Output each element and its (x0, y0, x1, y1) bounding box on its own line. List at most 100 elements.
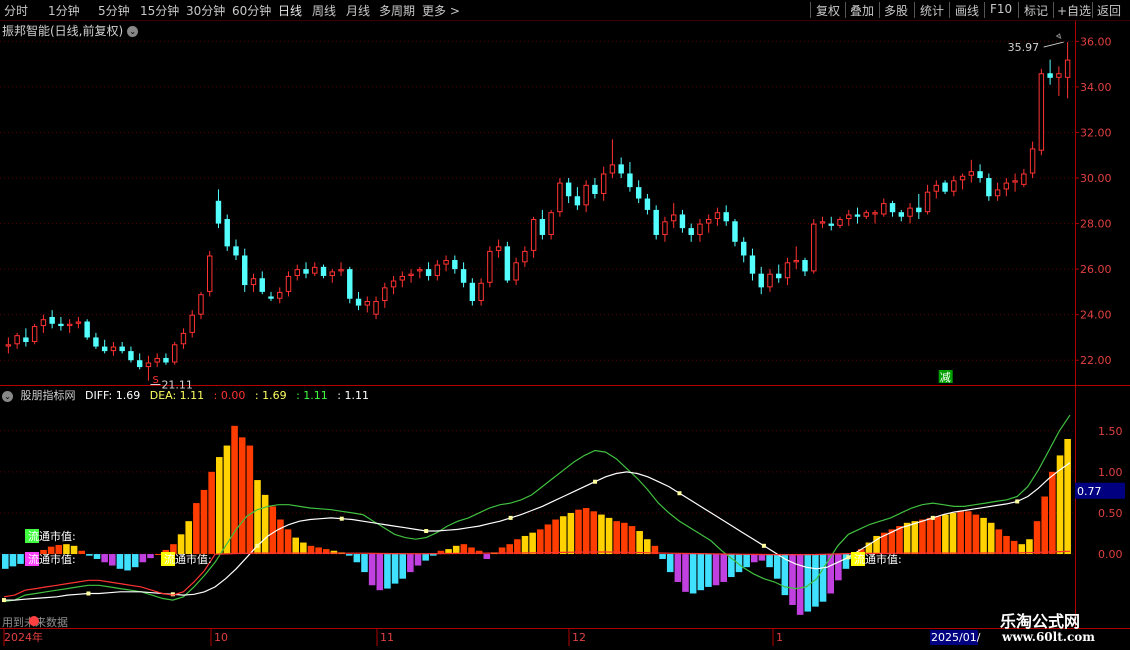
candle (207, 250, 213, 297)
candle (347, 266, 353, 304)
watermark-title: 乐淘公式网 (1000, 612, 1081, 631)
candle (504, 241, 511, 283)
candle-body-up (811, 223, 817, 272)
macd-bar-negative (743, 554, 750, 568)
candle (242, 248, 248, 292)
macd-bar-positive (621, 522, 628, 555)
indicator-y-tick: 0.50 (1098, 507, 1123, 520)
macd-bar-positive (78, 550, 86, 555)
candle-body-up (670, 214, 677, 222)
candle (399, 271, 406, 288)
candle-body-up (959, 175, 966, 181)
candle (784, 257, 791, 286)
macd-bar-positive (949, 512, 957, 555)
candle-body-down (242, 255, 248, 286)
candle-body-down (776, 273, 782, 279)
time-axis-label: 11 (380, 631, 394, 644)
candle-body-up (66, 323, 73, 327)
candle (1012, 173, 1018, 192)
candle (14, 332, 20, 349)
macd-bar-positive (269, 506, 277, 555)
macd-bar-negative (697, 554, 705, 591)
candle-body-down (452, 260, 458, 270)
candle (40, 314, 47, 333)
time-axis-label: 10 (214, 631, 228, 644)
candle-body-down (233, 246, 239, 256)
chevron-down-icon[interactable]: ⌄ (2, 390, 13, 402)
macd-bar-negative (835, 554, 842, 581)
sell-marker-s: S (152, 375, 158, 386)
candle-body-down (84, 321, 90, 338)
candle (548, 209, 554, 240)
macd-bar-positive (238, 437, 246, 555)
candle (31, 323, 38, 345)
candle (881, 198, 887, 217)
candle-body-down (347, 269, 353, 299)
time-axis-label: 12 (572, 631, 586, 644)
dea-marker-point (1015, 499, 1020, 504)
candle-body-up (924, 191, 931, 213)
high-price-label: 35.97 (1008, 41, 1040, 54)
candle-body-down (574, 196, 581, 206)
macd-bar-negative (430, 554, 437, 556)
candle (618, 157, 624, 179)
candle (574, 187, 581, 210)
chevron-down-icon[interactable]: ⌄ (127, 26, 139, 37)
macd-bar-negative (720, 554, 728, 582)
macd-bar-positive (613, 521, 621, 555)
candle-body-up (907, 207, 913, 217)
candle (84, 319, 90, 340)
indicator-value-1: : 0.00 (213, 389, 246, 402)
dea-value: DEA: 1.11 (149, 389, 205, 402)
candle (373, 296, 379, 320)
candle-body-up (277, 291, 283, 299)
macd-bar-negative (345, 554, 353, 556)
candle (697, 219, 703, 242)
macd-bar-negative (86, 554, 93, 556)
candle-body-down (49, 316, 55, 324)
candle-body-up (312, 266, 318, 274)
candle (819, 216, 826, 229)
candle-body-down (259, 278, 265, 292)
macd-bar-negative (689, 554, 697, 594)
candle (592, 178, 598, 199)
macd-bar-negative (116, 554, 124, 569)
macd-bar-positive (216, 457, 223, 555)
candle (23, 328, 29, 347)
candle-body-down (653, 209, 659, 235)
candle (487, 246, 493, 288)
macd-bar-positive (185, 521, 193, 555)
macd-bar-negative (682, 554, 689, 592)
jian-marker-text: 减 (940, 371, 951, 384)
candle (828, 216, 834, 231)
macd-bar-positive (529, 532, 536, 555)
kline-chart-canvas[interactable]: 36.00 34.00 32.00 30.00 28.00 26.00 24.00 22.00… (0, 0, 1130, 650)
candle-body-down (644, 198, 651, 210)
candle-body-up (14, 335, 20, 345)
candle (758, 266, 764, 295)
macd-bar-positive (605, 517, 613, 555)
candle-body-up (819, 221, 826, 224)
candle-body-down (355, 298, 362, 306)
macd-bar-positive (575, 509, 582, 555)
macd-bar-positive (972, 514, 980, 555)
candle-body-up (1029, 148, 1036, 174)
candle (889, 200, 896, 217)
candle-body-up (881, 203, 887, 215)
candle-body-down (854, 214, 861, 217)
candle-body-down (679, 214, 686, 229)
candle (898, 209, 905, 222)
candle (478, 278, 484, 306)
dea-marker-point (424, 529, 429, 534)
candle-body-up (767, 273, 773, 288)
candle (793, 246, 799, 270)
candle (1047, 59, 1053, 85)
candle (837, 216, 843, 229)
macd-bar-positive (521, 535, 529, 555)
candle (863, 209, 869, 220)
candle (872, 209, 878, 224)
macd-bar-negative (705, 554, 712, 587)
macd-bar-negative (368, 554, 376, 586)
macd-bar-positive (644, 539, 651, 555)
macd-bar-negative (659, 554, 666, 559)
